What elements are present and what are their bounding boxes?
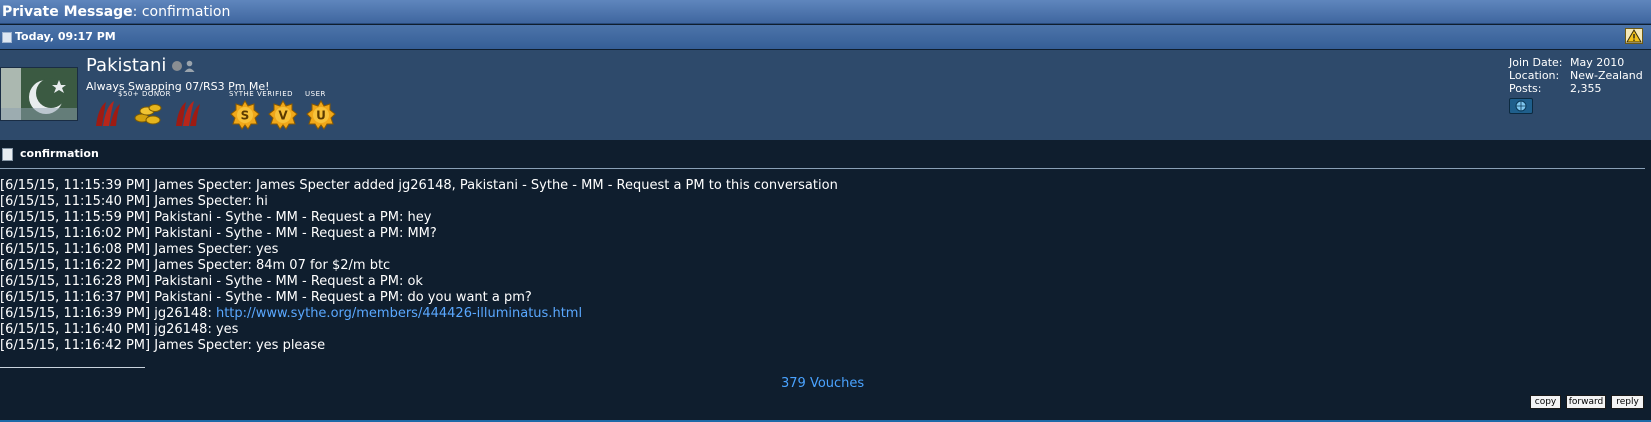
copy-button[interactable]: copy (1530, 395, 1561, 409)
posts-label: Posts: (1509, 82, 1542, 95)
location-row: Location: New-Zealand (1509, 69, 1643, 82)
svg-text:V: V (278, 109, 288, 123)
sythe-u-badge-icon: U (306, 100, 336, 130)
page-title-bar: Private Message: confirmation (0, 0, 1651, 24)
post-body: confirmation [6/15/15, 11:15:39 PM] Jame… (0, 140, 1651, 422)
profile-link[interactable]: http://www.sythe.org/members/444426-illu… (216, 306, 582, 321)
title-divider (0, 168, 1645, 169)
location-value: New-Zealand (1570, 69, 1643, 82)
message-line: [6/15/15, 11:16:02 PM] Pakistani - Sythe… (0, 226, 437, 241)
username-row: Pakistani (86, 55, 195, 76)
message-line: [6/15/15, 11:16:08 PM] James Specter: ye… (0, 242, 279, 257)
page-title-separator: : (132, 4, 138, 20)
join-date-row: Join Date: May 2010 (1509, 56, 1643, 69)
donor-badge-label: $50+ DONOR (118, 90, 171, 98)
page-title: confirmation (141, 4, 231, 20)
claw-badge-icon-2 (176, 101, 200, 126)
message-title-row: confirmation (2, 147, 99, 161)
verified-badge-label: VERIFIED (257, 90, 294, 98)
claw-badge-icon (96, 101, 120, 126)
user-profile-icon (184, 60, 195, 72)
location-label: Location: (1509, 69, 1560, 82)
message-line-prefix: [6/15/15, 11:16:39 PM] jg26148: (0, 306, 216, 321)
user-avatar[interactable] (0, 67, 78, 121)
reply-button[interactable]: reply (1611, 395, 1644, 409)
globe-icon[interactable] (1509, 98, 1533, 114)
post-date: Today, 09:17 PM (15, 30, 116, 43)
message-line: [6/15/15, 11:16:22 PM] James Specter: 84… (0, 258, 391, 273)
posts-value: 2,355 (1570, 82, 1602, 95)
message-title: confirmation (20, 147, 99, 160)
page-title-prefix: Private Message (2, 4, 133, 20)
sythe-badge-label: SYTHE (229, 90, 255, 98)
join-date-value: May 2010 (1570, 56, 1625, 69)
svg-text:U: U (316, 109, 326, 123)
user-stats: Join Date: May 2010 Location: New-Zealand … (1509, 56, 1643, 114)
message-line: [6/15/15, 11:16:37 PM] Pakistani - Sythe… (0, 290, 532, 305)
vouches-link[interactable]: 379 Vouches (781, 376, 864, 391)
message-line-with-link: [6/15/15, 11:16:39 PM] jg26148: http://w… (0, 306, 838, 322)
message-line: [6/15/15, 11:15:40 PM] James Specter: hi (0, 194, 268, 209)
message-line: [6/15/15, 11:15:59 PM] Pakistani - Sythe… (0, 210, 432, 225)
report-post-button[interactable] (1625, 28, 1643, 44)
post-icon (2, 31, 12, 43)
posts-row: Posts: 2,355 (1509, 82, 1643, 95)
offline-status-icon (172, 61, 183, 71)
svg-text:S: S (241, 109, 250, 123)
signature-divider (0, 367, 145, 368)
message-line: [6/15/15, 11:16:40 PM] jg26148: yes (0, 322, 239, 337)
message-line: [6/15/15, 11:16:42 PM] James Specter: ye… (0, 338, 326, 353)
user-info-bar: Pakistani Always Swapping 07/RS3 Pm Me! … (0, 50, 1651, 140)
gold-coins-badge-icon (134, 104, 162, 125)
document-icon (2, 147, 13, 161)
warning-triangle-icon (1626, 29, 1642, 43)
forward-button[interactable]: forward (1566, 395, 1606, 409)
message-content: [6/15/15, 11:15:39 PM] James Specter: Ja… (0, 178, 838, 354)
join-date-label: Join Date: (1509, 56, 1563, 69)
message-line: [6/15/15, 11:16:28 PM] Pakistani - Sythe… (0, 274, 423, 289)
username-link[interactable]: Pakistani (86, 55, 166, 76)
pakistan-flag-avatar-icon (1, 68, 77, 120)
sythe-v-badge-icon: V (268, 100, 298, 130)
message-line: [6/15/15, 11:15:39 PM] James Specter: Ja… (0, 178, 838, 193)
sythe-s-badge-icon: S (230, 100, 260, 130)
globe-glyph-icon (1515, 100, 1527, 112)
post-date-bar: Today, 09:17 PM (0, 25, 1651, 49)
user-badge-label: USER (305, 90, 326, 98)
